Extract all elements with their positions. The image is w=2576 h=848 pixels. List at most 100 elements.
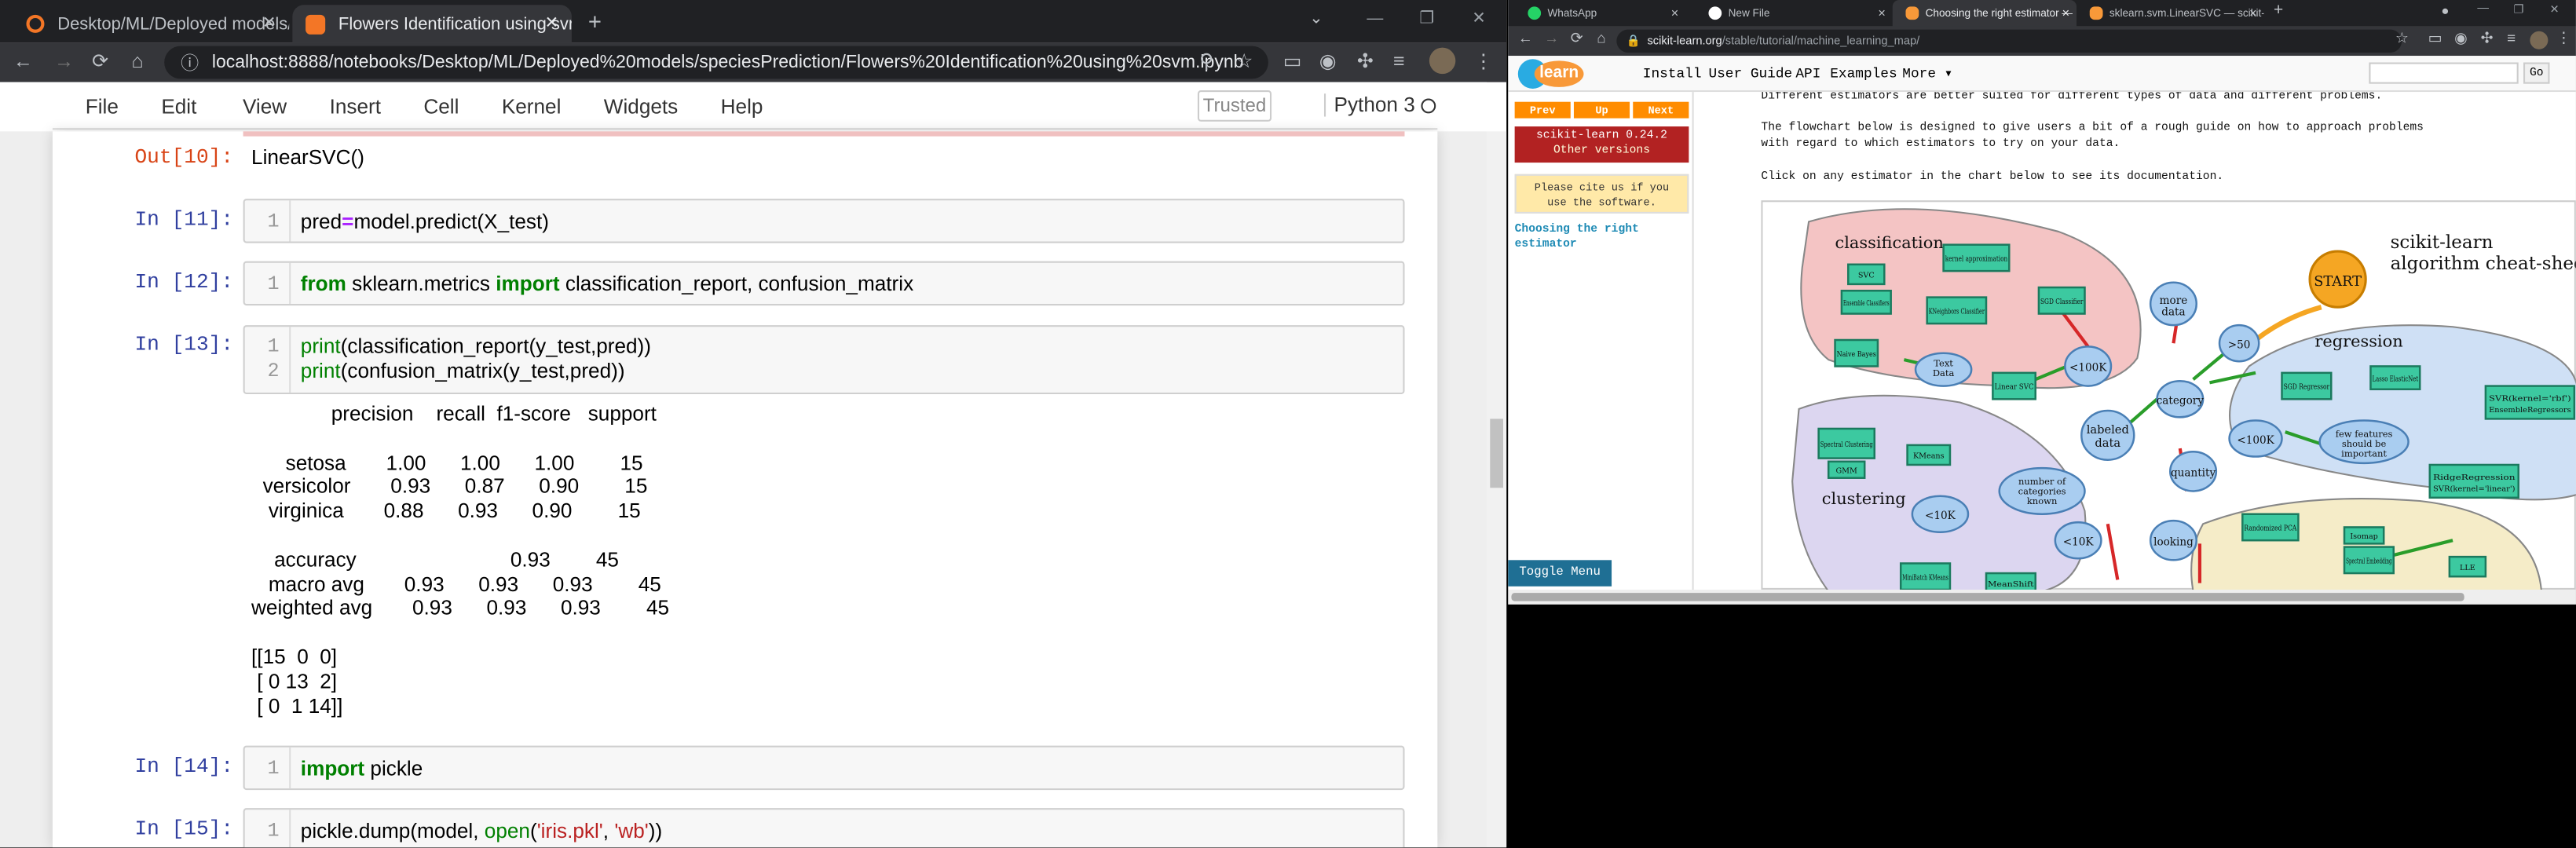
- menu-edit[interactable]: Edit: [161, 94, 196, 117]
- close-icon[interactable]: ✕: [545, 15, 559, 33]
- tab-choosing-estimator[interactable]: Choosing the right estimator — ✕: [1892, 0, 2077, 27]
- reading-list-icon[interactable]: ≡: [1393, 51, 1405, 71]
- avatar[interactable]: [1429, 47, 1456, 75]
- reload-icon[interactable]: ⟳: [92, 51, 108, 71]
- menu-cell[interactable]: Cell: [423, 94, 459, 117]
- nav-more[interactable]: More ▾: [1902, 65, 1952, 82]
- box-text: KMeans: [1913, 452, 1945, 461]
- nav-api[interactable]: API: [1795, 65, 1820, 82]
- box-text: Naive Bayes: [1837, 350, 1876, 359]
- close-window-icon[interactable]: ✕: [2549, 3, 2559, 16]
- back-icon[interactable]: ←: [1518, 31, 1533, 46]
- regression-label: regression: [2314, 331, 2402, 350]
- code-cell[interactable]: 1 pickle.dump(model, open('iris.pkl', 'w…: [243, 808, 1405, 848]
- menu-view[interactable]: View: [243, 94, 287, 117]
- minimize-icon[interactable]: —: [1367, 10, 1383, 28]
- input-prompt: In [15]:: [134, 817, 234, 842]
- svg-text:data: data: [2095, 437, 2120, 450]
- menu-kebab-icon[interactable]: ⋮: [1473, 51, 1493, 71]
- menu-widgets[interactable]: Widgets: [604, 94, 678, 117]
- scrollbar-thumb[interactable]: [1490, 419, 1503, 488]
- svg-text:data: data: [2161, 306, 2185, 319]
- tab-new-file[interactable]: New File ✕: [1696, 0, 1893, 26]
- menu-help[interactable]: Help: [721, 94, 763, 117]
- forward-icon[interactable]: →: [1544, 31, 1559, 46]
- close-icon[interactable]: ✕: [1670, 7, 1679, 20]
- sklearn-navbar: learn Install User Guide API Examples Mo…: [1508, 56, 2576, 93]
- tab-directory[interactable]: Desktop/ML/Deployed models/s ✕: [13, 5, 289, 42]
- new-tab-button[interactable]: +: [588, 10, 602, 33]
- extension-icon[interactable]: ◉: [1319, 51, 1337, 71]
- next-button[interactable]: Next: [1633, 101, 1689, 119]
- trusted-badge[interactable]: Trusted: [1197, 90, 1272, 122]
- avatar[interactable]: [2530, 31, 2549, 49]
- go-button[interactable]: Go: [2523, 62, 2550, 84]
- close-icon[interactable]: ✕: [262, 15, 276, 33]
- close-icon[interactable]: ✕: [2062, 7, 2070, 20]
- reading-list-icon[interactable]: ≡: [2507, 31, 2516, 46]
- jupyter-browser-window: Desktop/ML/Deployed models/s ✕ Flowers I…: [0, 0, 1507, 848]
- puzzle-icon[interactable]: ✣: [1357, 51, 1374, 71]
- code-cell[interactable]: 1 pred=model.predict(X_test): [243, 199, 1405, 243]
- code-cell[interactable]: 12 print(classification_report(y_test,pr…: [243, 325, 1405, 395]
- cast-icon[interactable]: ▭: [1283, 51, 1302, 71]
- maximize-icon[interactable]: ❐: [2513, 3, 2523, 16]
- home-icon[interactable]: ⌂: [1597, 31, 1605, 46]
- sklearn-icon: [2089, 6, 2103, 20]
- back-icon[interactable]: ←: [13, 51, 33, 71]
- zoom-icon[interactable]: ⚲: [1199, 51, 1213, 71]
- address-bar[interactable]: 🔒 scikit-learn.org/stable/tutorial/machi…: [1616, 29, 2402, 53]
- code-cell[interactable]: 1 import pickle: [243, 745, 1405, 791]
- maximize-icon[interactable]: ❐: [1419, 10, 1434, 28]
- kernel-name: Python 3: [1323, 93, 1415, 117]
- tab-search-icon[interactable]: ⌄: [1309, 11, 1323, 28]
- menu-file[interactable]: File: [86, 94, 119, 117]
- line-number: 1: [245, 200, 291, 242]
- address-bar[interactable]: ⓘ localhost:8888/notebooks/Desktop/ML/De…: [164, 46, 1268, 79]
- tab-whatsapp[interactable]: WhatsApp ✕: [1515, 0, 1686, 26]
- menu-insert[interactable]: Insert: [330, 94, 381, 117]
- bookmark-star-icon[interactable]: ☆: [1235, 51, 1253, 71]
- toggle-menu-button[interactable]: Toggle Menu: [1508, 560, 1612, 587]
- tab-linearsvc[interactable]: sklearn.svm.LinearSVC — scikit-le ✕: [2077, 0, 2264, 26]
- nav-examples[interactable]: Examples: [1830, 65, 1897, 82]
- close-icon[interactable]: ✕: [1878, 7, 1886, 20]
- search-input[interactable]: [2369, 62, 2519, 84]
- scrollbar-thumb[interactable]: [1511, 593, 2464, 601]
- code-line[interactable]: pickle.dump(model, open('iris.pkl', 'wb'…: [301, 820, 662, 843]
- tab-search-icon[interactable]: ●: [2441, 4, 2449, 18]
- bookmark-star-icon[interactable]: ☆: [2395, 31, 2409, 46]
- box-text: Randomized PCA: [2244, 525, 2297, 533]
- code-line[interactable]: from sklearn.metrics import classificati…: [301, 272, 913, 295]
- reload-icon[interactable]: ⟳: [1571, 31, 1583, 46]
- code-cell[interactable]: 1 from sklearn.metrics import classifica…: [243, 261, 1405, 306]
- cast-icon[interactable]: ▭: [2428, 31, 2442, 46]
- puzzle-icon[interactable]: ✣: [2481, 31, 2494, 46]
- classification-report-output: precision recall f1-score support setosa…: [251, 402, 670, 718]
- nav-user-guide[interactable]: User Guide: [1708, 65, 1792, 82]
- more-data-text: more: [2160, 294, 2188, 307]
- up-button[interactable]: Up: [1573, 101, 1630, 119]
- nav-install[interactable]: Install: [1643, 65, 1702, 82]
- svg-text:known: known: [2027, 495, 2058, 506]
- sklearn-logo[interactable]: learn: [1517, 59, 1610, 89]
- line-numbers: 12: [245, 327, 291, 393]
- forward-icon[interactable]: →: [54, 51, 74, 71]
- extension-icon[interactable]: ◉: [2454, 31, 2467, 46]
- version-badge[interactable]: scikit-learn 0.24.2 Other versions: [1514, 126, 1689, 163]
- menu-kebab-icon[interactable]: ⋮: [2556, 31, 2571, 46]
- code-line[interactable]: import pickle: [301, 757, 423, 780]
- notebook-scrollbar[interactable]: [1487, 131, 1507, 848]
- menu-kernel[interactable]: Kernel: [502, 94, 562, 117]
- new-tab-button[interactable]: +: [2274, 2, 2283, 20]
- code-lines[interactable]: print(classification_report(y_test,pred)…: [301, 335, 651, 385]
- box-text: MeanShift: [1988, 580, 2034, 589]
- minimize-icon[interactable]: —: [2477, 3, 2489, 15]
- toc-link[interactable]: Choosing the right estimator: [1515, 223, 1639, 253]
- close-icon[interactable]: ✕: [2249, 7, 2258, 20]
- prev-button[interactable]: Prev: [1514, 101, 1571, 119]
- close-window-icon[interactable]: ✕: [1472, 10, 1486, 28]
- home-icon[interactable]: ⌂: [131, 51, 143, 71]
- code-line[interactable]: pred=model.predict(X_test): [301, 210, 549, 233]
- tab-notebook[interactable]: Flowers Identification using svm ✕: [292, 5, 572, 43]
